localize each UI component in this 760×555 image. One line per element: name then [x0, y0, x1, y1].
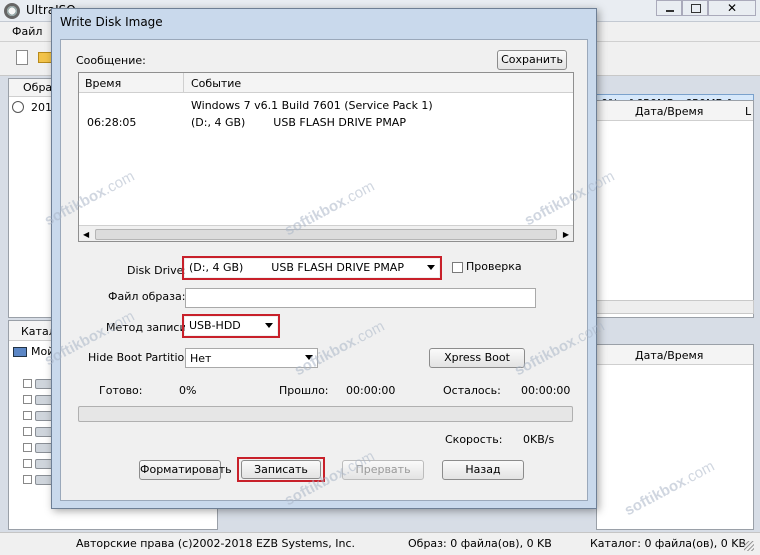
expand-icon[interactable]	[23, 459, 32, 468]
image-file-label: Файл образа:	[108, 290, 186, 303]
catalog-list-header: Дата/Время	[597, 345, 753, 365]
image-file-input[interactable]	[185, 288, 536, 308]
write-method-highlight: USB-HDD	[182, 314, 280, 338]
status-copyright: Авторские права (c)2002-2018 EZB Systems…	[76, 537, 355, 550]
format-button[interactable]: Форматировать	[139, 460, 232, 480]
log-row-2-time: 06:28:05	[87, 116, 137, 129]
back-button[interactable]: Назад	[442, 460, 524, 480]
folder-icon[interactable]	[38, 52, 52, 63]
expand-icon[interactable]	[23, 395, 32, 404]
write-disk-image-dialog: Write Disk Image Сообщение: Сохранить Вр…	[51, 8, 597, 509]
remaining-label: Осталось:	[443, 384, 501, 397]
progress-bar	[78, 406, 573, 422]
done-label: Готово:	[99, 384, 143, 397]
maximize-icon	[691, 4, 701, 13]
col-datetime[interactable]: Дата/Время	[635, 105, 703, 118]
menu-file[interactable]: Файл	[12, 25, 42, 38]
log-col-time[interactable]: Время	[85, 77, 121, 90]
write-method-value: USB-HDD	[189, 319, 241, 332]
verify-checkbox[interactable]	[452, 262, 463, 273]
expand-icon[interactable]	[23, 411, 32, 420]
maximize-button[interactable]	[682, 0, 708, 16]
hide-boot-value: Нет	[190, 352, 212, 365]
disk-drive-highlight: (D:, 4 GB) USB FLASH DRIVE PMAP	[182, 256, 442, 280]
done-value: 0%	[179, 384, 197, 397]
catalog-files-pane: Дата/Время	[596, 344, 754, 530]
upper-hscrollbar[interactable]	[596, 300, 754, 314]
file-list-header: Дата/Время L	[597, 101, 753, 121]
status-catalog-info: Каталог: 0 файла(ов), 0 KB	[590, 537, 747, 550]
elapsed-label: Прошло:	[279, 384, 329, 397]
image-tab-label: Обра	[23, 81, 53, 94]
new-file-icon[interactable]	[16, 50, 28, 65]
log-header: Время Событие	[79, 73, 573, 93]
image-tab[interactable]: Обра	[9, 79, 57, 97]
col-datetime-2[interactable]: Дата/Время	[635, 349, 703, 362]
xpress-boot-button[interactable]: Xpress Boot	[429, 348, 525, 368]
status-bar: Авторские права (c)2002-2018 EZB Systems…	[0, 532, 760, 555]
disk-drive-value: (D:, 4 GB) USB FLASH DRIVE PMAP	[189, 261, 404, 274]
close-icon: ✕	[726, 1, 738, 15]
log-col-event[interactable]: Событие	[191, 77, 241, 90]
disk-drive-label: Disk Drive:	[127, 264, 188, 277]
close-button[interactable]: ✕	[708, 0, 756, 16]
image-files-pane: Дата/Время L	[596, 100, 754, 318]
expand-icon[interactable]	[23, 443, 32, 452]
save-button[interactable]: Сохранить	[497, 50, 567, 70]
catalog-tab[interactable]: Катал	[9, 321, 56, 341]
app-logo-icon	[4, 3, 20, 19]
message-label: Сообщение:	[76, 54, 146, 67]
verify-label[interactable]: Проверка	[466, 260, 522, 273]
write-method-select[interactable]: USB-HDD	[185, 317, 277, 335]
speed-value: 0KB/s	[523, 433, 555, 446]
log-hscrollbar[interactable]: ◀ ▶	[79, 225, 573, 241]
resize-grip-icon[interactable]	[744, 541, 754, 551]
disk-drive-select[interactable]: (D:, 4 GB) USB FLASH DRIVE PMAP	[185, 259, 439, 277]
status-image-info: Образ: 0 файла(ов), 0 KB	[408, 537, 552, 550]
chevron-down-icon	[265, 323, 273, 328]
expand-icon[interactable]	[23, 427, 32, 436]
col-l[interactable]: L	[745, 105, 751, 118]
write-button[interactable]: Записать	[241, 460, 321, 479]
scroll-thumb[interactable]	[95, 229, 557, 240]
minimize-icon	[666, 10, 674, 12]
log-row-1-event: Windows 7 v6.1 Build 7601 (Service Pack …	[191, 99, 433, 112]
computer-icon	[13, 347, 27, 357]
minimize-button[interactable]	[656, 0, 682, 16]
expand-icon[interactable]	[23, 475, 32, 484]
scroll-left-icon[interactable]: ◀	[83, 230, 89, 239]
chevron-down-icon	[427, 265, 435, 270]
dialog-client: Сообщение: Сохранить Время Событие Windo…	[60, 39, 588, 501]
remaining-value: 00:00:00	[521, 384, 571, 397]
speed-label: Скорость:	[445, 433, 503, 446]
log-row-2-event: (D:, 4 GB) USB FLASH DRIVE PMAP	[191, 116, 406, 129]
elapsed-value: 00:00:00	[346, 384, 396, 397]
scroll-right-icon[interactable]: ▶	[563, 230, 569, 239]
dialog-title: Write Disk Image	[60, 15, 163, 29]
expand-icon[interactable]	[23, 379, 32, 388]
clock-icon	[12, 101, 24, 113]
hide-boot-label: Hide Boot Partition:	[88, 351, 195, 364]
